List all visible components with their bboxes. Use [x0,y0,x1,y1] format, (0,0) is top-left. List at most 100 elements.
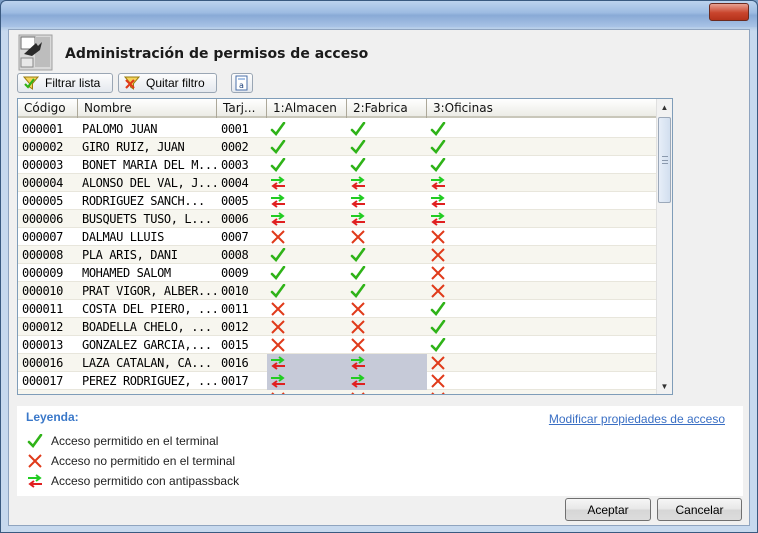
cell-permission-terminal-2[interactable] [347,372,427,390]
cell-card: 0011 [221,302,249,316]
cell-permission-terminal-3[interactable] [427,156,447,174]
cell-permission-terminal-1[interactable] [267,120,347,138]
window-close-button[interactable] [709,3,749,21]
cell-code: 000005 [22,194,63,208]
cell-permission-terminal-1[interactable] [267,300,347,318]
table-row[interactable]: 000017 PEREZ RODRIGUEZ, ... 0017 [18,372,657,390]
modify-access-properties-link[interactable]: Modificar propiedades de acceso [549,412,725,426]
check-icon [430,122,446,136]
cell-permission-terminal-3[interactable] [427,372,447,390]
table-row[interactable]: 000010 PRAT VIGOR, ALBER... 0010 [18,282,657,300]
cell-permission-terminal-2[interactable] [347,336,427,354]
cell-permission-terminal-1[interactable] [267,156,347,174]
cell-permission-terminal-3[interactable] [427,210,447,228]
title-bar[interactable] [1,1,757,27]
export-button[interactable]: a [231,73,253,93]
cell-permission-terminal-1[interactable] [267,228,347,246]
check-icon [270,248,286,262]
cell-permission-terminal-3[interactable] [427,228,447,246]
cell-permission-terminal-1[interactable] [267,354,347,372]
table-row[interactable]: 000009 MOHAMED SALOM 0009 [18,264,657,282]
legend-item-label: Acceso no permitido en el terminal [51,454,236,468]
cell-permission-terminal-3[interactable] [427,390,447,394]
col-header-card[interactable]: Tarj... [217,99,267,118]
cell-permission-terminal-1[interactable] [267,138,347,156]
table-row[interactable]: 000011 COSTA DEL PIERO, ... 0011 [18,300,657,318]
cell-permission-terminal-2[interactable] [347,156,427,174]
cell-permission-terminal-3[interactable] [427,138,447,156]
table-row[interactable]: 000018MONTESINOS VALDE...0018 [18,390,657,394]
check-icon [350,266,366,280]
cell-permission-terminal-3[interactable] [427,246,447,264]
cell-permission-terminal-2[interactable] [347,390,427,394]
col-header-terminal-2[interactable]: 2:Fabrica [347,99,427,118]
cell-name: PLA ARIS, DANI [82,248,178,262]
cell-permission-terminal-2[interactable] [347,354,427,372]
cell-permission-terminal-2[interactable] [347,300,427,318]
scroll-up-arrow[interactable]: ▲ [657,99,672,115]
antipassback-icon [431,176,445,190]
cell-permission-terminal-3[interactable] [427,120,447,138]
cell-permission-terminal-1[interactable] [267,264,347,282]
col-header-code[interactable]: Código [18,99,78,118]
table-row[interactable]: 000003 BONET MARIA DEL M... 0003 [18,156,657,174]
cell-name: COSTA DEL PIERO, ... [82,302,217,316]
cell-permission-terminal-1[interactable] [267,372,347,390]
grid-scrollbar[interactable]: ▲ ▼ [656,99,672,394]
col-header-name[interactable]: Nombre [78,99,217,118]
cell-permission-terminal-2[interactable] [347,228,427,246]
table-row[interactable]: 000006 BUSQUETS TUSO, L... 0006 [18,210,657,228]
antipassback-icon [351,374,365,388]
cell-permission-terminal-3[interactable] [427,264,447,282]
scroll-thumb[interactable] [658,117,671,203]
cell-name: PEREZ RODRIGUEZ, ... [82,374,217,388]
cell-permission-terminal-2[interactable] [347,246,427,264]
cell-permission-terminal-1[interactable] [267,246,347,264]
cell-code: 000008 [22,248,63,262]
table-row[interactable]: 000001 PALOMO JUAN 0001 [18,120,657,138]
cancel-button[interactable]: Cancelar [657,498,742,521]
cell-permission-terminal-1[interactable] [267,282,347,300]
table-row[interactable]: 000013 GONZALEZ GARCIA,... 0015 [18,336,657,354]
cell-permission-terminal-2[interactable] [347,174,427,192]
cell-permission-terminal-2[interactable] [347,282,427,300]
cell-permission-terminal-3[interactable] [427,192,447,210]
check-icon [430,158,446,172]
cell-permission-terminal-1[interactable] [267,318,347,336]
accept-button[interactable]: Aceptar [565,498,651,521]
col-header-terminal-3[interactable]: 3:Oficinas [427,99,657,118]
cell-permission-terminal-1[interactable] [267,390,347,394]
table-row[interactable]: 000008 PLA ARIS, DANI 0008 [18,246,657,264]
antipassback-icon [431,194,445,208]
cell-permission-terminal-1[interactable] [267,192,347,210]
cell-permission-terminal-2[interactable] [347,138,427,156]
cell-permission-terminal-2[interactable] [347,264,427,282]
cell-name: GIRO RUIZ, JUAN [82,140,185,154]
cell-permission-terminal-3[interactable] [427,354,447,372]
cell-permission-terminal-3[interactable] [427,282,447,300]
cell-permission-terminal-3[interactable] [427,174,447,192]
cell-permission-terminal-1[interactable] [267,336,347,354]
cell-permission-terminal-1[interactable] [267,174,347,192]
clear-filter-button[interactable]: Quitar filtro [118,73,217,93]
cell-name: DALMAU LLUIS [82,230,164,244]
cell-permission-terminal-3[interactable] [427,300,447,318]
table-row[interactable]: 000007 DALMAU LLUIS 0007 [18,228,657,246]
cell-permission-terminal-1[interactable] [267,210,347,228]
table-row[interactable]: 000016 LAZA CATALAN, CA... 0016 [18,354,657,372]
table-row[interactable]: 000005 RODRIGUEZ SANCH... 0005 [18,192,657,210]
cell-permission-terminal-2[interactable] [347,210,427,228]
filter-list-button[interactable]: Filtrar lista [17,73,113,93]
cell-permission-terminal-3[interactable] [427,336,447,354]
cell-permission-terminal-3[interactable] [427,318,447,336]
table-row[interactable]: 000004 ALONSO DEL VAL, J... 0004 [18,174,657,192]
cell-permission-terminal-2[interactable] [347,318,427,336]
cell-permission-terminal-2[interactable] [347,192,427,210]
check-icon [270,122,286,136]
scroll-down-arrow[interactable]: ▼ [657,378,672,394]
table-row[interactable]: 000012 BOADELLA CHELO, ... 0012 [18,318,657,336]
check-icon [27,434,43,448]
cell-permission-terminal-2[interactable] [347,120,427,138]
col-header-terminal-1[interactable]: 1:Almacen [267,99,347,118]
table-row[interactable]: 000002 GIRO RUIZ, JUAN 0002 [18,138,657,156]
